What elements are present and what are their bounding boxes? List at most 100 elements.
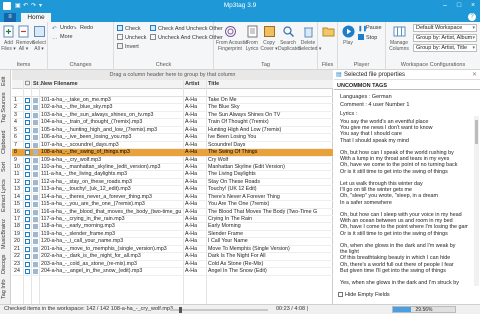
row-checkbox[interactable] [25,239,30,245]
table-row[interactable]: 8 108-a-ha_-_the_swing_of_things.mp3 A-Ha T… [12,149,333,157]
close-button[interactable]: × [466,0,480,12]
row-checkbox[interactable] [25,254,30,260]
uncommon-tags-section[interactable]: UNCOMMON TAGS [334,82,480,90]
from-fingerprint-button[interactable]: From Acoustid Fingerprint [216,25,248,52]
table-row[interactable]: 7 107-a-ha_-_scoundrel_days.mp3 A-Ha Scound… [12,142,333,150]
uncheck-and-check-other-button[interactable]: Uncheck And Check Other [150,34,223,42]
group-by-drop-area[interactable]: Drag a column header here to group by th… [12,70,333,80]
copy-cover-button[interactable]: Copy Cover ▾ [260,25,278,52]
zoom-slider[interactable]: 29.56% [392,306,456,313]
play-button[interactable]: Play [340,25,356,46]
row-checkbox[interactable] [25,172,30,178]
sidebar-tab-musicbrainz[interactable]: MusicBrainz [1,218,10,250]
table-row[interactable]: 19 119-a-ha_-_slender_frame.mp3 A-Ha Slende… [12,231,333,239]
row-checkbox[interactable] [25,150,30,156]
row-checkbox[interactable] [25,209,30,215]
column-header-artist[interactable]: Artist [185,81,199,87]
table-row[interactable]: 15 115-a-ha_-_you_are_the_one_(7remix).mp… [12,201,333,209]
row-checkbox[interactable] [25,187,30,193]
workspace-config-select[interactable]: Default Workspace ▾ [413,24,477,32]
sidebar-tab-extract-lyrics[interactable]: Extract Lyrics [1,177,10,215]
tab-home[interactable]: Home [21,13,51,22]
table-row[interactable]: 24 204-a-ha_-_angel_in_the_snow_(edit).mp… [12,268,333,276]
seek-slider-knob[interactable] [178,307,182,313]
table-row[interactable]: 21 201-a-ha_-_move_to_memphis_(single_ver… [12,246,333,254]
row-checkbox[interactable] [25,120,30,126]
table-row[interactable]: 13 113-a-ha_-_touchy!_(uk_12_edit).mp3 A-H… [12,186,333,194]
row-checkbox[interactable] [25,231,30,237]
row-checkbox[interactable] [25,157,30,163]
file-menu-button[interactable]: ≡ [4,13,16,22]
table-row[interactable]: 3 103-a-ha_-_the_sun_always_shines_on_tv.… [12,112,333,120]
redo-button[interactable]: ↷ Redo [72,25,93,32]
pin-icon[interactable]: ✕ [472,70,477,80]
row-checkbox[interactable] [25,98,30,103]
seek-slider[interactable] [170,307,268,313]
row-checkbox[interactable] [25,202,30,208]
sidebar-tab-edit[interactable]: Edit [1,73,10,89]
table-row[interactable]: 22 202-a-ha_-_dark_is_the_night_for_all.m… [12,253,333,261]
sidebar-tab-tag-info[interactable]: Tag Info [1,278,10,300]
from-lyrics-button[interactable]: From Lyrics [244,25,260,52]
check-and-uncheck-other-button[interactable]: Check And Uncheck Other [150,25,223,33]
row-checkbox[interactable] [25,127,30,133]
manage-columns-button[interactable]: Manage Columns [387,25,411,52]
sidebar-tab-discogs[interactable]: Discogs [1,253,10,275]
row-checkbox[interactable] [25,179,30,185]
hide-empty-fields-checkbox[interactable]: Hide Empty Fields [338,292,390,298]
column-header-new-filename[interactable]: New Filename [41,81,78,87]
table-row[interactable]: 11 111-a-ha_-_the_living_daylights.mp3 A-H… [12,171,333,179]
row-checkbox[interactable] [25,269,30,275]
table-row[interactable]: 12 112-a-ha_-_stay_on_these_roads.mp3 A-Ha… [12,179,333,187]
sidebar-tab-sort[interactable]: Sort [1,160,10,174]
table-row[interactable]: 2 102-a-ha_-_the_blue_sky.mp3 A-Ha The Blue… [12,104,333,112]
stop-button[interactable]: Stop [358,34,377,42]
table-row[interactable]: 4 104-a-ha_-_train_of_thought_(7remix).mp… [12,119,333,127]
uncheck-button[interactable]: Uncheck [117,34,146,42]
table-row[interactable]: 16 116-a-ha_-_the_blood_that_moves_the_bo… [12,209,333,216]
table-row[interactable]: 9 109-a-ha_-_cry_wolf.mp3 A-Ha Cry Wolf [12,157,333,164]
row-checkbox[interactable] [25,105,30,111]
row-checkbox[interactable] [25,194,30,200]
row-checkbox[interactable] [25,246,30,252]
table-row[interactable]: 14 114-a-ha_-_theres_never_a_forever_thin… [12,194,333,202]
files-button[interactable] [320,25,336,40]
row-checkbox[interactable] [25,112,30,118]
table-row[interactable]: 5 105-a-ha_-_hunting_high_and_low_(7remix… [12,127,333,135]
group-by-artist-title-select[interactable]: Group by: Artist, Title ▾ [413,44,477,52]
select-all-button[interactable]: Select All ▾ [31,25,47,52]
column-header-checkbox[interactable]: ☐ [25,81,30,87]
row-checkbox[interactable] [25,142,30,148]
check-button[interactable]: Check [117,25,141,33]
table-row[interactable]: 10 110-a-ha_-_manhattan_skyline_(edit_ver… [12,164,333,172]
delete-selected-button[interactable]: Delete Selected ▾ [298,25,321,52]
remove-all-button[interactable]: Remove All ▾ [16,25,35,52]
filter-row[interactable] [12,89,333,97]
add-files-button[interactable]: Add Files ▾ [1,25,16,52]
table-row[interactable]: 20 120-a-ha_-_i_call_your_name.mp3 A-Ha I C… [12,238,333,246]
row-checkbox[interactable] [25,217,30,222]
table-row[interactable]: 17 117-a-ha_-_crying_in_the_rain.mp3 A-Ha C… [12,216,333,224]
maximize-button[interactable]: □ [452,0,466,12]
invert-check-button[interactable]: Invert [117,43,139,51]
table-row[interactable]: 1 101-a-ha_-_take_on_me.mp3 A-Ha Take On Me [12,97,333,105]
group-by-artist-album-select[interactable]: Group by: Artist, Album ▾ [413,34,477,42]
column-header-title[interactable]: Title [208,81,219,87]
help-icon[interactable]: ? [468,13,476,21]
table-row[interactable]: 23 203-a-ha_-_cold_as_stone_(re-mix).mp3 A… [12,261,333,269]
row-checkbox[interactable] [25,224,30,230]
table-row[interactable]: 18 118-a-ha_-_early_morning.mp3 A-Ha Early … [12,223,333,231]
row-checkbox[interactable] [25,135,30,141]
row-checkbox[interactable] [25,261,30,267]
scrollbar-thumb[interactable] [475,120,478,144]
minimize-button[interactable]: – [438,0,452,12]
sidebar-tab-tag-sources[interactable]: Tag Sources [1,92,10,124]
more-changes-button[interactable]: … More [52,34,73,41]
search-duplicates-button[interactable]: Search Duplicates [278,25,301,52]
panel-scrollbar[interactable] [474,116,479,286]
undo-button[interactable]: ↶ Undo [52,25,73,32]
row-checkbox[interactable] [25,164,30,170]
table-row[interactable]: 6 106-a-ha_-_ive_been_losing_you.mp3 A-Ha I… [12,134,333,142]
sidebar-tab-clipboard[interactable]: Clipboard [1,127,10,157]
pause-button[interactable]: ❚❚Pause [358,25,382,32]
